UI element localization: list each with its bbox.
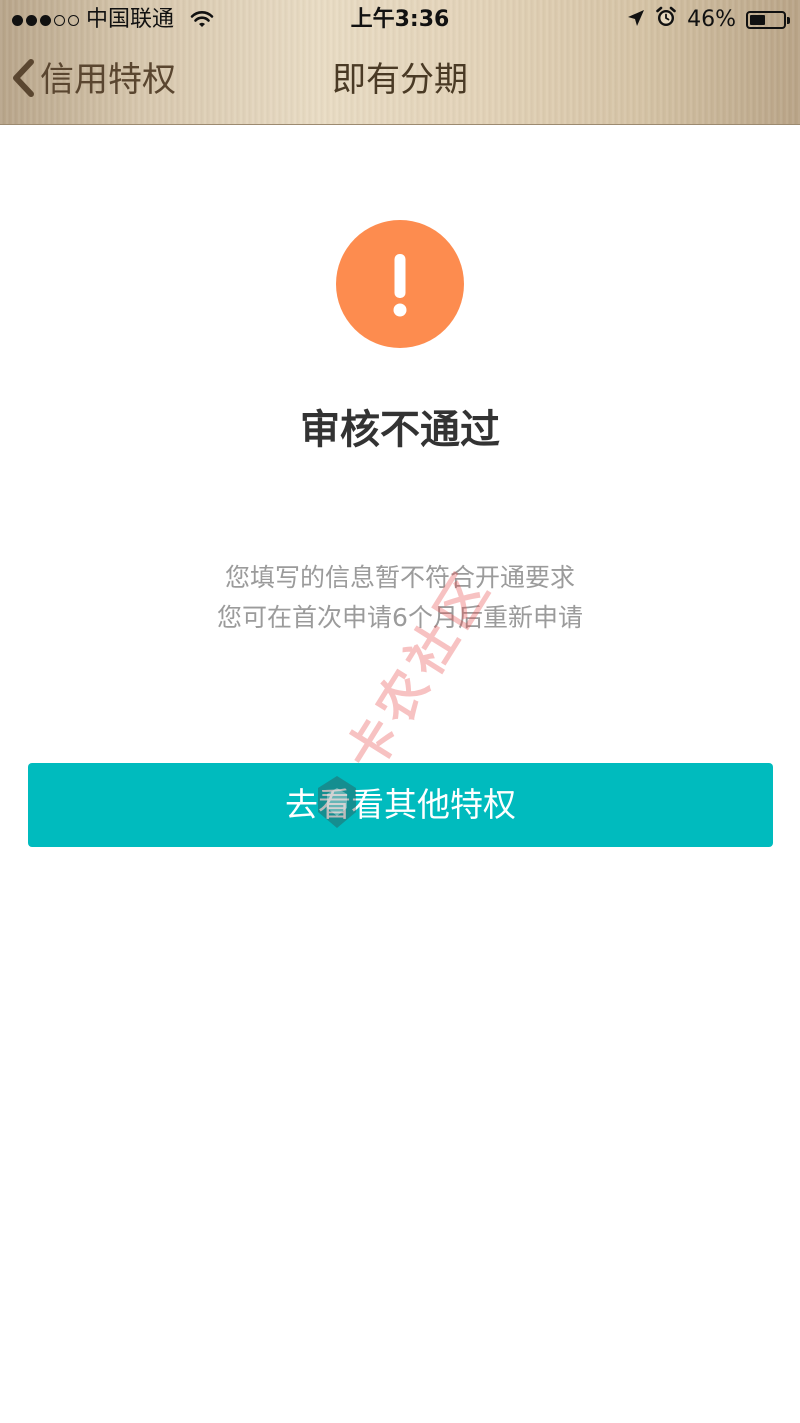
result-title: 审核不通过 [300, 407, 500, 453]
status-bar: 中国联通 上午3:36 46% [0, 0, 800, 40]
app-screen: 中国联通 上午3:36 46% 信用特权 即有分期 审核不通过 您填写的信息暂不… [0, 0, 800, 1423]
page-title: 即有分期 [332, 60, 468, 100]
navigation-bar: 信用特权 即有分期 [0, 40, 800, 124]
status-right-group: 46% [627, 5, 790, 35]
result-description-line-2: 您可在首次申请6个月后重新申请 [217, 603, 583, 632]
warning-icon [336, 220, 464, 348]
battery-icon [746, 11, 790, 29]
alarm-clock-icon [655, 6, 677, 34]
result-description-line-1: 您填写的信息暂不符合开通要求 [224, 563, 575, 592]
battery-percentage: 46% [687, 7, 736, 32]
battery-fill [750, 15, 765, 25]
location-arrow-icon [627, 8, 645, 33]
header: 中国联通 上午3:36 46% 信用特权 即有分期 [0, 0, 800, 125]
view-other-privileges-button[interactable]: 去看看其他特权 [28, 763, 773, 847]
battery-tip [787, 17, 790, 24]
